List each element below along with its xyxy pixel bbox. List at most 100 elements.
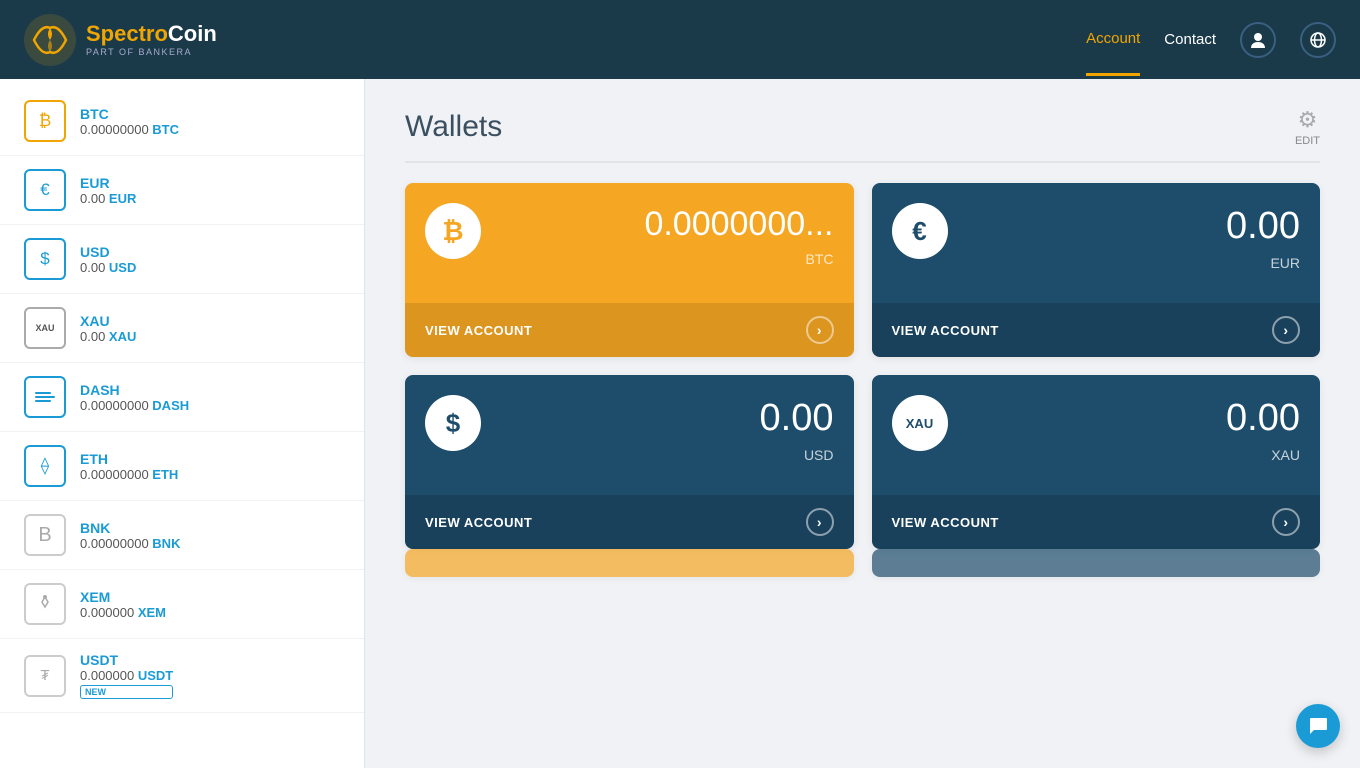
dash-coin-label: DASH [80, 382, 189, 398]
btc-wallet-icon: ₿ [24, 100, 66, 142]
user-icon[interactable] [1240, 22, 1276, 58]
usdt-wallet-icon: ₮ [24, 655, 66, 697]
usd-card-body: $ 0.00 USD [405, 375, 854, 495]
usdt-info: USDT 0.000000 USDT NEW [80, 652, 173, 699]
usd-card-amount: 0.00 [760, 399, 834, 437]
eur-card-values: 0.00 EUR [964, 203, 1301, 271]
btc-arrow-icon: › [806, 316, 834, 344]
usd-card-values: 0.00 USD [497, 395, 834, 463]
wallet-grid: ₿ 0.0000000... BTC VIEW ACCOUNT › € 0.00 [405, 183, 1320, 549]
wallet-card-btc[interactable]: ₿ 0.0000000... BTC VIEW ACCOUNT › [405, 183, 854, 357]
wallet-card-xau[interactable]: XAU 0.00 XAU VIEW ACCOUNT › [872, 375, 1321, 549]
btc-balance: 0.00000000 BTC [80, 122, 179, 137]
xau-info: XAU 0.00 XAU [80, 313, 136, 344]
eur-view-account-label: VIEW ACCOUNT [892, 323, 999, 338]
xau-card-footer[interactable]: VIEW ACCOUNT › [872, 495, 1321, 549]
sidebar-item-btc[interactable]: ₿ BTC 0.00000000 BTC [0, 87, 364, 156]
logo-icon [24, 14, 76, 66]
wallet-grid-bottom [405, 549, 1320, 577]
nav-account[interactable]: Account [1086, 30, 1140, 76]
bnk-info: BNK 0.00000000 BNK [80, 520, 180, 551]
usd-info: USD 0.00 USD [80, 244, 136, 275]
xau-card-icon: XAU [892, 395, 948, 451]
nav-contact[interactable]: Contact [1164, 31, 1216, 48]
sidebar-item-eth[interactable]: ⟠ ETH 0.00000000 ETH [0, 432, 364, 501]
btc-card-ticker: BTC [806, 251, 834, 267]
xau-balance: 0.00 XAU [80, 329, 136, 344]
xau-card-amount: 0.00 [1226, 399, 1300, 437]
sidebar-item-xem[interactable]: XEM 0.000000 XEM [0, 570, 364, 639]
usd-balance: 0.00 USD [80, 260, 136, 275]
btc-info: BTC 0.00000000 BTC [80, 106, 179, 137]
usdt-coin-label: USDT [80, 652, 173, 668]
btc-card-icon: ₿ [425, 203, 481, 259]
xem-info: XEM 0.000000 XEM [80, 589, 166, 620]
xem-balance: 0.000000 XEM [80, 605, 166, 620]
xau-coin-label: XAU [80, 313, 136, 329]
usd-card-icon: $ [425, 395, 481, 451]
wallet-card-usd[interactable]: $ 0.00 USD VIEW ACCOUNT › [405, 375, 854, 549]
logo[interactable]: SpectroCoin PART OF BANKERA [24, 14, 217, 66]
btc-view-account-label: VIEW ACCOUNT [425, 323, 532, 338]
eur-card-footer[interactable]: VIEW ACCOUNT › [872, 303, 1321, 357]
usdt-balance: 0.000000 USDT [80, 668, 173, 683]
eur-wallet-icon: € [24, 169, 66, 211]
bnk-coin-label: BNK [80, 520, 180, 536]
xau-card-values: 0.00 XAU [964, 395, 1301, 463]
main-content: Wallets ⚙ EDIT ₿ 0.0000000... BTC VIEW A… [365, 79, 1360, 768]
logo-sub: PART OF BANKERA [86, 47, 217, 57]
xau-card-body: XAU 0.00 XAU [872, 375, 1321, 495]
header: SpectroCoin PART OF BANKERA Account Cont… [0, 0, 1360, 79]
logo-text: SpectroCoin PART OF BANKERA [86, 22, 217, 56]
eur-card-icon: € [892, 203, 948, 259]
eth-coin-label: ETH [80, 451, 178, 467]
eur-balance: 0.00 EUR [80, 191, 136, 206]
sidebar-item-eur[interactable]: € EUR 0.00 EUR [0, 156, 364, 225]
sidebar: ₿ BTC 0.00000000 BTC € EUR 0.00 EUR $ US… [0, 79, 365, 768]
eur-card-ticker: EUR [1270, 255, 1300, 271]
sidebar-item-dash[interactable]: DASH 0.00000000 DASH [0, 363, 364, 432]
page-title: Wallets [405, 110, 502, 144]
eth-balance: 0.00000000 ETH [80, 467, 178, 482]
wallet-card-eur[interactable]: € 0.00 EUR VIEW ACCOUNT › [872, 183, 1321, 357]
usd-coin-label: USD [80, 244, 136, 260]
sidebar-item-bnk[interactable]: B BNK 0.00000000 BNK [0, 501, 364, 570]
eth-wallet-icon: ⟠ [24, 445, 66, 487]
btc-card-footer[interactable]: VIEW ACCOUNT › [405, 303, 854, 357]
edit-button[interactable]: ⚙ EDIT [1295, 107, 1320, 147]
bnk-balance: 0.00000000 BNK [80, 536, 180, 551]
xau-card-ticker: XAU [1271, 447, 1300, 463]
dash-info: DASH 0.00000000 DASH [80, 382, 189, 413]
nav: Account Contact [1086, 22, 1336, 58]
sidebar-item-usdt[interactable]: ₮ USDT 0.000000 USDT NEW [0, 639, 364, 713]
dash-wallet-icon [24, 376, 66, 418]
logo-name: SpectroCoin [86, 22, 217, 46]
eur-coin-label: EUR [80, 175, 136, 191]
chat-bubble[interactable] [1296, 704, 1340, 748]
usd-wallet-icon: $ [24, 238, 66, 280]
layout: ₿ BTC 0.00000000 BTC € EUR 0.00 EUR $ US… [0, 79, 1360, 768]
eur-card-amount: 0.00 [1226, 207, 1300, 245]
usd-arrow-icon: › [806, 508, 834, 536]
partial-card-1 [405, 549, 854, 577]
btc-coin-label: BTC [80, 106, 179, 122]
wallets-header: Wallets ⚙ EDIT [405, 107, 1320, 163]
btc-card-amount: 0.0000000... [644, 207, 833, 241]
sidebar-item-xau[interactable]: XAU XAU 0.00 XAU [0, 294, 364, 363]
xau-arrow-icon: › [1272, 508, 1300, 536]
sidebar-item-usd[interactable]: $ USD 0.00 USD [0, 225, 364, 294]
eur-card-body: € 0.00 EUR [872, 183, 1321, 303]
xem-coin-label: XEM [80, 589, 166, 605]
bnk-wallet-icon: B [24, 514, 66, 556]
xem-wallet-icon [24, 583, 66, 625]
eth-info: ETH 0.00000000 ETH [80, 451, 178, 482]
dash-balance: 0.00000000 DASH [80, 398, 189, 413]
xau-wallet-icon: XAU [24, 307, 66, 349]
eur-arrow-icon: › [1272, 316, 1300, 344]
xau-view-account-label: VIEW ACCOUNT [892, 515, 999, 530]
globe-icon[interactable] [1300, 22, 1336, 58]
usd-card-ticker: USD [804, 447, 834, 463]
usd-card-footer[interactable]: VIEW ACCOUNT › [405, 495, 854, 549]
btc-card-values: 0.0000000... BTC [497, 203, 834, 267]
gear-icon: ⚙ [1298, 107, 1318, 133]
